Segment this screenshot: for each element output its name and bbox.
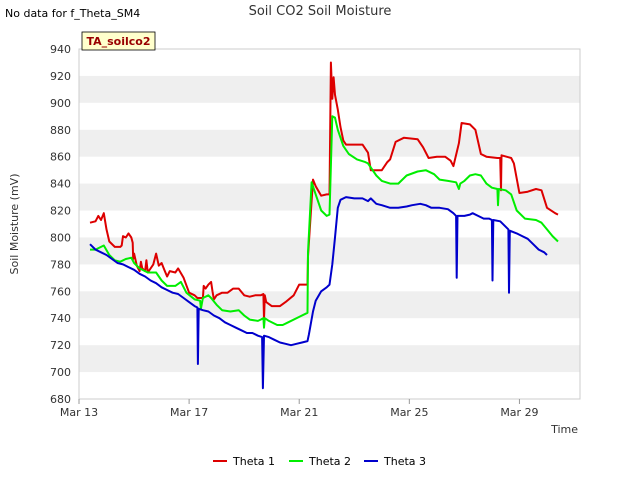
grid-band: [79, 345, 580, 373]
series-lines: [89, 61, 559, 390]
y-tick-label: 940: [50, 43, 71, 56]
x-tick-label: Mar 25: [390, 406, 428, 419]
y-tick-label: 860: [50, 151, 71, 164]
legend: Theta 1 Theta 2 Theta 3: [213, 455, 426, 468]
site-tag: TA_soilco2: [81, 31, 156, 51]
y-tick-label: 900: [50, 97, 71, 110]
y-tick-label: 880: [50, 124, 71, 137]
y-axis-label: Soil Moisture (mV): [8, 174, 21, 275]
y-tick-label: 800: [50, 231, 71, 244]
x-tick-label: Mar 17: [170, 406, 208, 419]
y-tick-label: 820: [50, 205, 71, 218]
chart-title: Soil CO2 Soil Moisture: [249, 4, 392, 19]
legend-label-theta-1: Theta 1: [232, 455, 275, 468]
y-tick-label: 720: [50, 339, 71, 352]
x-axis: Mar 13 Mar 17 Mar 21 Mar 25 Mar 29: [60, 399, 539, 419]
soil-moisture-chart: Soil CO2 Soil Moisture 680 700 720 740 760 78…: [8, 4, 581, 468]
y-tick-label: 920: [50, 70, 71, 83]
legend-label-theta-2: Theta 2: [308, 455, 351, 468]
y-axis: 680 700 720 740 760 780 800 820 840 860 880 900 920 9…: [50, 43, 71, 406]
grid-band: [79, 75, 580, 103]
grid-band: [79, 291, 580, 319]
y-tick-label: 840: [50, 178, 71, 191]
y-tick-label: 740: [50, 312, 71, 325]
x-tick-label: Mar 29: [500, 406, 538, 419]
site-tag-label: TA_soilco2: [86, 35, 150, 48]
y-tick-label: 700: [50, 366, 71, 379]
y-tick-label: 780: [50, 258, 71, 271]
x-tick-label: Mar 21: [280, 406, 318, 419]
x-axis-label: Time: [550, 423, 578, 436]
y-tick-label: 680: [50, 393, 71, 406]
x-tick-label: Mar 13: [60, 406, 98, 419]
y-tick-label: 760: [50, 285, 71, 298]
legend-label-theta-3: Theta 3: [383, 455, 426, 468]
